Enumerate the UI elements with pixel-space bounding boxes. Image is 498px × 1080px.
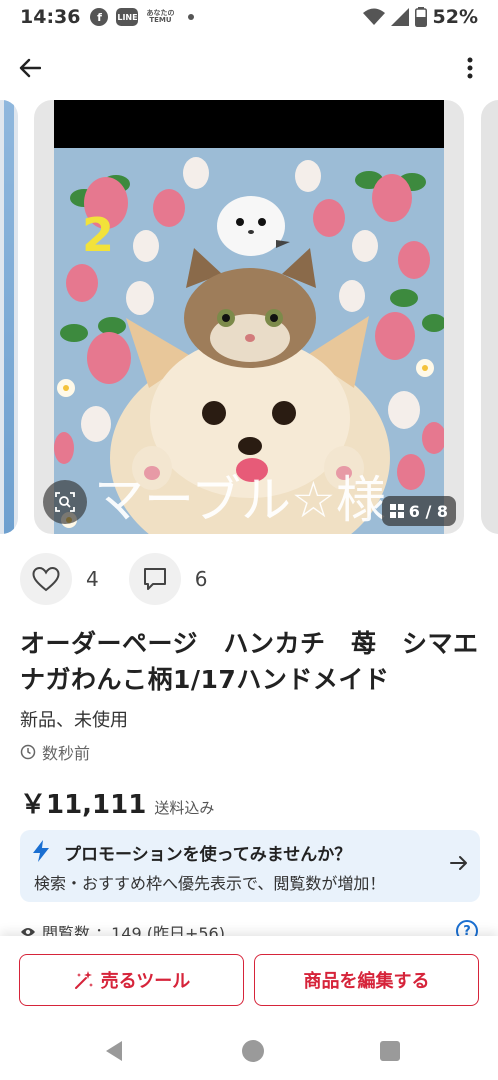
image-search-icon	[55, 492, 75, 512]
temu-icon: あなたの TEMU	[146, 10, 174, 24]
back-button[interactable]	[14, 52, 46, 84]
status-time: 14:36	[20, 6, 81, 28]
photo-number-badge: 2	[82, 208, 115, 262]
item-price: ￥11,111	[20, 790, 147, 820]
lightning-icon	[33, 840, 49, 862]
image-counter-text: 6 / 8	[408, 501, 448, 521]
like-button[interactable]	[20, 553, 72, 605]
comment-button[interactable]	[128, 553, 181, 605]
sell-tool-button[interactable]: 売るツール	[19, 954, 244, 1006]
posted-time-text: 数秒前	[42, 744, 91, 763]
system-icons: 52%	[362, 6, 478, 28]
sparkle-wand-icon	[74, 971, 93, 989]
status-bar: 14:36 f LINE あなたの TEMU 52%	[0, 0, 498, 34]
more-options-button[interactable]	[458, 52, 482, 84]
arrow-left-icon	[19, 58, 41, 78]
image-search-button[interactable]	[43, 480, 87, 524]
grid-icon	[389, 504, 404, 518]
promotion-title: プロモーションを使ってみませんか？	[64, 845, 352, 865]
photo-black-band	[54, 100, 444, 148]
price-row: ￥11,111 送料込み	[20, 784, 214, 821]
nav-home-icon[interactable]	[242, 1040, 264, 1062]
image-counter: 6 / 8	[381, 496, 456, 526]
nav-recents-icon[interactable]	[380, 1041, 400, 1061]
engagement-actions: 4 6	[20, 552, 237, 606]
battery-percent: 52%	[432, 6, 478, 28]
temu-label-bottom: TEMU	[149, 16, 172, 24]
app-bar	[0, 44, 498, 90]
item-title: オーダーページ ハンカチ 苺 シマエナガわんこ柄1/17ハンドメイド	[20, 629, 479, 694]
promotion-subtitle: 検索・おすすめ枠へ優先表示で、閲覧数が増加！	[34, 874, 386, 893]
promotion-banner[interactable]: プロモーションを使ってみませんか？ 検索・おすすめ枠へ優先表示で、閲覧数が増加！	[20, 830, 480, 902]
shipping-info: 送料込み	[154, 799, 215, 817]
like-count: 4	[86, 567, 99, 591]
edit-item-button[interactable]: 商品を編集する	[254, 954, 479, 1006]
facebook-icon: f	[90, 8, 109, 26]
photo-watermark: マーブル☆様	[94, 471, 386, 529]
sell-tool-label: 売るツール	[100, 971, 191, 992]
image-carousel[interactable]: 2 マーブル☆様 6 / 8	[0, 100, 498, 534]
line-icon: LINE	[116, 8, 139, 26]
signal-icon	[390, 8, 409, 26]
item-condition: 新品、未使用	[20, 710, 128, 731]
wifi-icon	[362, 8, 385, 25]
nav-back-icon[interactable]	[104, 1040, 124, 1062]
system-navigation-bar	[0, 1026, 498, 1080]
arrow-right-icon	[450, 856, 467, 870]
next-slide[interactable]	[481, 100, 498, 534]
battery-icon	[414, 7, 427, 27]
clock-icon	[20, 744, 36, 760]
product-photo: 2 マーブル☆様	[54, 100, 444, 534]
comment-count: 6	[194, 567, 208, 591]
bottom-action-bar: 売るツール 商品を編集する	[0, 936, 498, 1026]
heart-icon	[32, 566, 60, 592]
current-slide[interactable]: 2 マーブル☆様 6 / 8	[34, 100, 464, 534]
notification-icons: f LINE あなたの TEMU	[90, 8, 195, 26]
edit-item-label: 商品を編集する	[303, 971, 430, 992]
more-vert-icon	[467, 57, 473, 79]
posted-time: 数秒前	[20, 740, 90, 764]
comment-icon	[143, 568, 166, 590]
previous-slide[interactable]	[0, 100, 18, 534]
notification-dot	[188, 14, 195, 20]
